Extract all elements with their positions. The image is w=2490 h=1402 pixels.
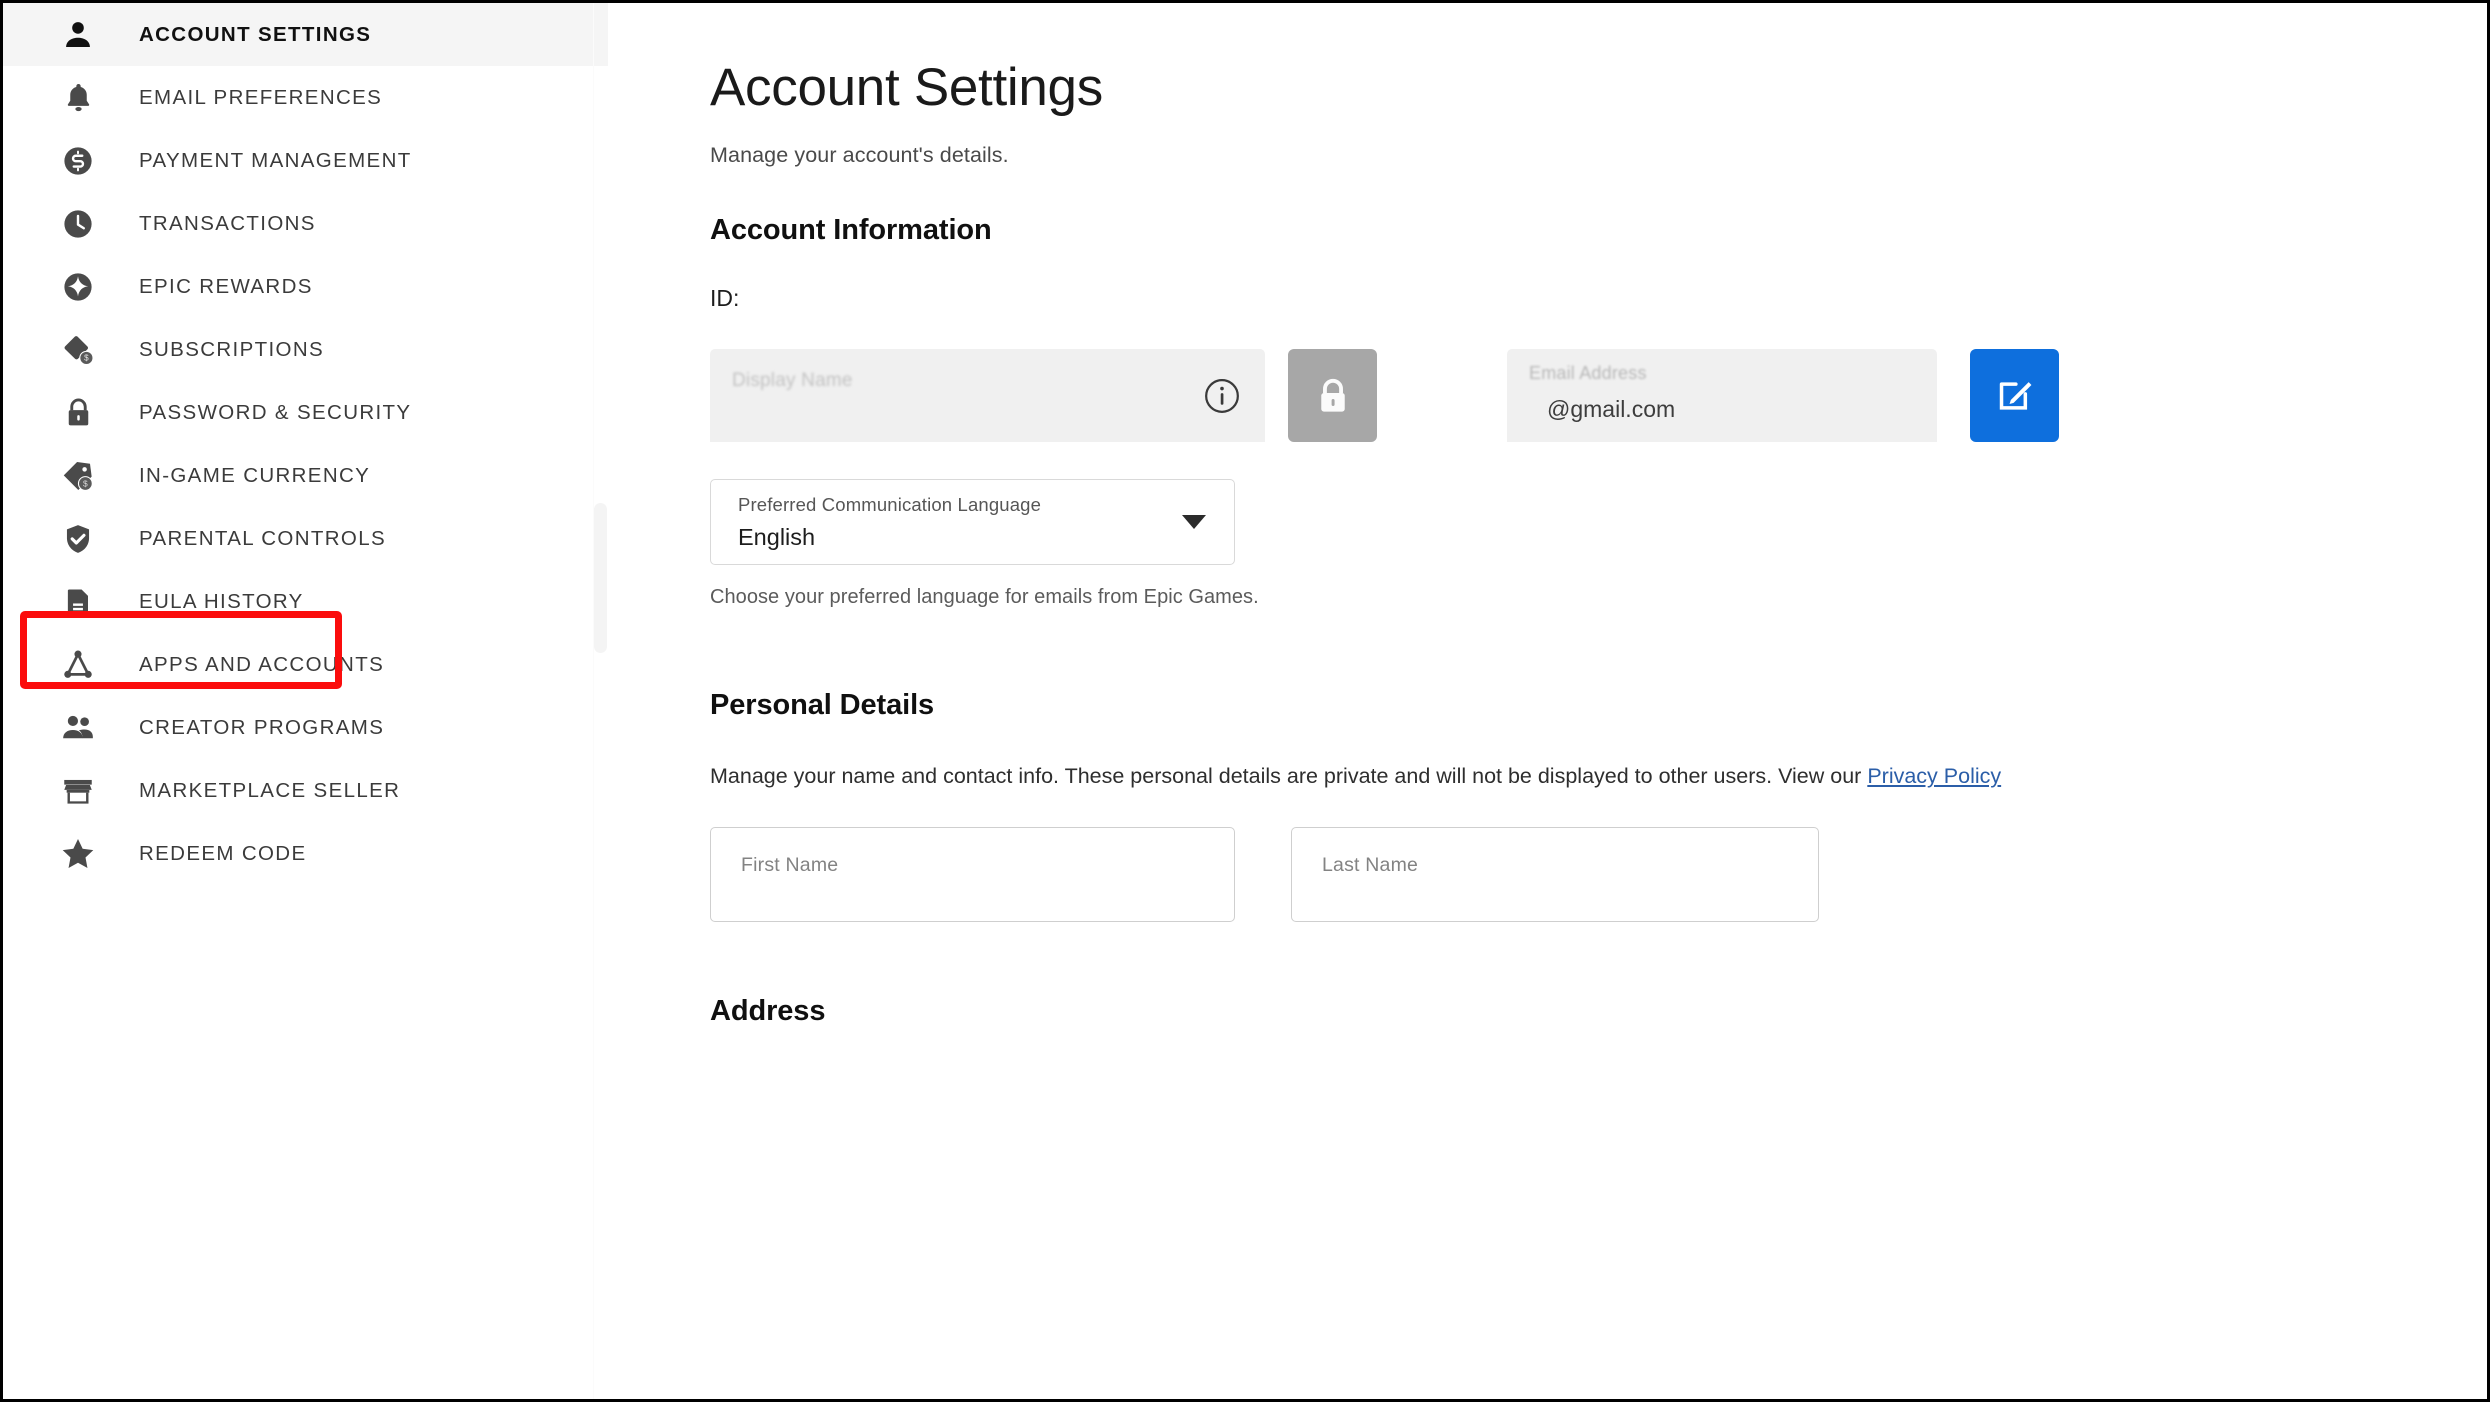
- sidebar-item-in-game-currency[interactable]: $ IN-GAME CURRENCY: [3, 444, 608, 507]
- display-name-field[interactable]: Display Name: [710, 349, 1265, 443]
- sidebar-item-creator-programs[interactable]: CREATOR PROGRAMS: [3, 696, 608, 759]
- section-heading-personal-details: Personal Details: [710, 689, 935, 722]
- account-identity-row: Display Name Email Address @gmail.com: [710, 349, 2487, 443]
- preferred-language-helper-text: Choose your preferred language for email…: [710, 586, 1259, 609]
- display-name-locked-button[interactable]: [1288, 349, 1377, 443]
- sidebar-item-email-preferences[interactable]: EMAIL PREFERENCES: [3, 66, 608, 129]
- sidebar-item-label: CREATOR PROGRAMS: [139, 715, 385, 739]
- sidebar-item-label: APPS AND ACCOUNTS: [139, 652, 385, 676]
- sidebar-item-password-and-security[interactable]: PASSWORD & SECURITY: [3, 381, 608, 444]
- first-name-label: First Name: [741, 854, 839, 877]
- sidebar-item-subscriptions[interactable]: $ SUBSCRIPTIONS: [3, 318, 608, 381]
- network-icon: [59, 646, 97, 684]
- subscription-icon: $: [59, 331, 97, 369]
- sidebar-item-eula-history[interactable]: EULA HISTORY: [3, 570, 608, 633]
- section-heading-address: Address: [710, 995, 826, 1028]
- sidebar-item-label: PARENTAL CONTROLS: [139, 526, 386, 550]
- svg-text:$: $: [83, 478, 88, 488]
- sidebar-scrollbar[interactable]: [594, 3, 608, 1399]
- sidebar-item-label: IN-GAME CURRENCY: [139, 463, 371, 487]
- page-subtitle: Manage your account's details.: [710, 143, 1009, 168]
- sidebar-item-label: EMAIL PREFERENCES: [139, 85, 383, 109]
- preferred-language-value: English: [738, 524, 816, 551]
- sidebar-item-label: EULA HISTORY: [139, 589, 304, 613]
- settings-sidebar: ACCOUNT SETTINGS EMAIL PREFERENCES PAYME…: [3, 3, 608, 1399]
- sidebar-item-label: MARKETPLACE SELLER: [139, 778, 401, 802]
- svg-text:$: $: [84, 353, 89, 362]
- sidebar-item-account-settings[interactable]: ACCOUNT SETTINGS: [3, 3, 608, 66]
- bell-icon: [59, 79, 97, 117]
- shield-check-icon: [59, 520, 97, 558]
- sparkle-icon: [59, 268, 97, 306]
- sidebar-item-label: ACCOUNT SETTINGS: [139, 22, 372, 46]
- sidebar-item-transactions[interactable]: TRANSACTIONS: [3, 192, 608, 255]
- sidebar-item-payment-management[interactable]: PAYMENT MANAGEMENT: [3, 129, 608, 192]
- section-heading-account-information: Account Information: [710, 214, 992, 247]
- chevron-down-icon[interactable]: [1182, 515, 1206, 530]
- sidebar-item-epic-rewards[interactable]: EPIC REWARDS: [3, 255, 608, 318]
- sidebar-item-label: REDEEM CODE: [139, 841, 307, 865]
- sidebar-scrollbar-thumb[interactable]: [594, 503, 607, 653]
- last-name-label: Last Name: [1322, 854, 1419, 877]
- sidebar-item-marketplace-seller[interactable]: MARKETPLACE SELLER: [3, 759, 608, 822]
- email-address-label: Email Address: [1529, 363, 1647, 384]
- first-name-field[interactable]: First Name: [710, 827, 1235, 923]
- edit-email-button[interactable]: [1970, 349, 2059, 443]
- personal-details-description-text: Manage your name and contact info. These…: [710, 764, 1868, 789]
- email-address-value: @gmail.com: [1547, 396, 1676, 423]
- account-id-label: ID:: [710, 285, 740, 312]
- sidebar-item-redeem-code[interactable]: REDEEM CODE: [3, 822, 608, 885]
- preferred-language-label: Preferred Communication Language: [738, 494, 1042, 516]
- sidebar-item-label: EPIC REWARDS: [139, 274, 313, 298]
- privacy-policy-link[interactable]: Privacy Policy: [1867, 764, 2001, 788]
- person-icon: [59, 16, 97, 54]
- dollar-coin-icon: [59, 142, 97, 180]
- edit-pencil-icon: [1999, 381, 2031, 410]
- document-icon: [59, 583, 97, 621]
- name-fields-row: First Name Last Name: [710, 827, 2487, 923]
- price-tag-coin-icon: $: [59, 457, 97, 495]
- star-icon: [59, 835, 97, 873]
- sidebar-item-apps-and-accounts[interactable]: APPS AND ACCOUNTS: [3, 633, 608, 696]
- account-settings-page: ACCOUNT SETTINGS EMAIL PREFERENCES PAYME…: [0, 0, 2490, 1402]
- sidebar-item-parental-controls[interactable]: PARENTAL CONTROLS: [3, 507, 608, 570]
- personal-details-description: Manage your name and contact info. These…: [710, 759, 2375, 794]
- sidebar-item-label: SUBSCRIPTIONS: [139, 337, 324, 361]
- display-name-label: Display Name: [732, 369, 853, 391]
- preferred-language-select[interactable]: Preferred Communication Language English: [710, 479, 1235, 566]
- storefront-icon: [59, 772, 97, 810]
- page-title: Account Settings: [710, 58, 1103, 117]
- info-icon[interactable]: [1203, 377, 1241, 415]
- last-name-field[interactable]: Last Name: [1291, 827, 1819, 923]
- email-address-field[interactable]: Email Address @gmail.com: [1507, 349, 1937, 443]
- sidebar-item-label: PASSWORD & SECURITY: [139, 400, 412, 424]
- sidebar-item-label: PAYMENT MANAGEMENT: [139, 148, 412, 172]
- sidebar-item-label: TRANSACTIONS: [139, 211, 316, 235]
- people-icon: [59, 709, 97, 747]
- lock-icon: [59, 394, 97, 432]
- main-content: Account Settings Manage your account's d…: [608, 3, 2487, 1399]
- clock-icon: [59, 205, 97, 243]
- lock-icon: [1320, 378, 1345, 412]
